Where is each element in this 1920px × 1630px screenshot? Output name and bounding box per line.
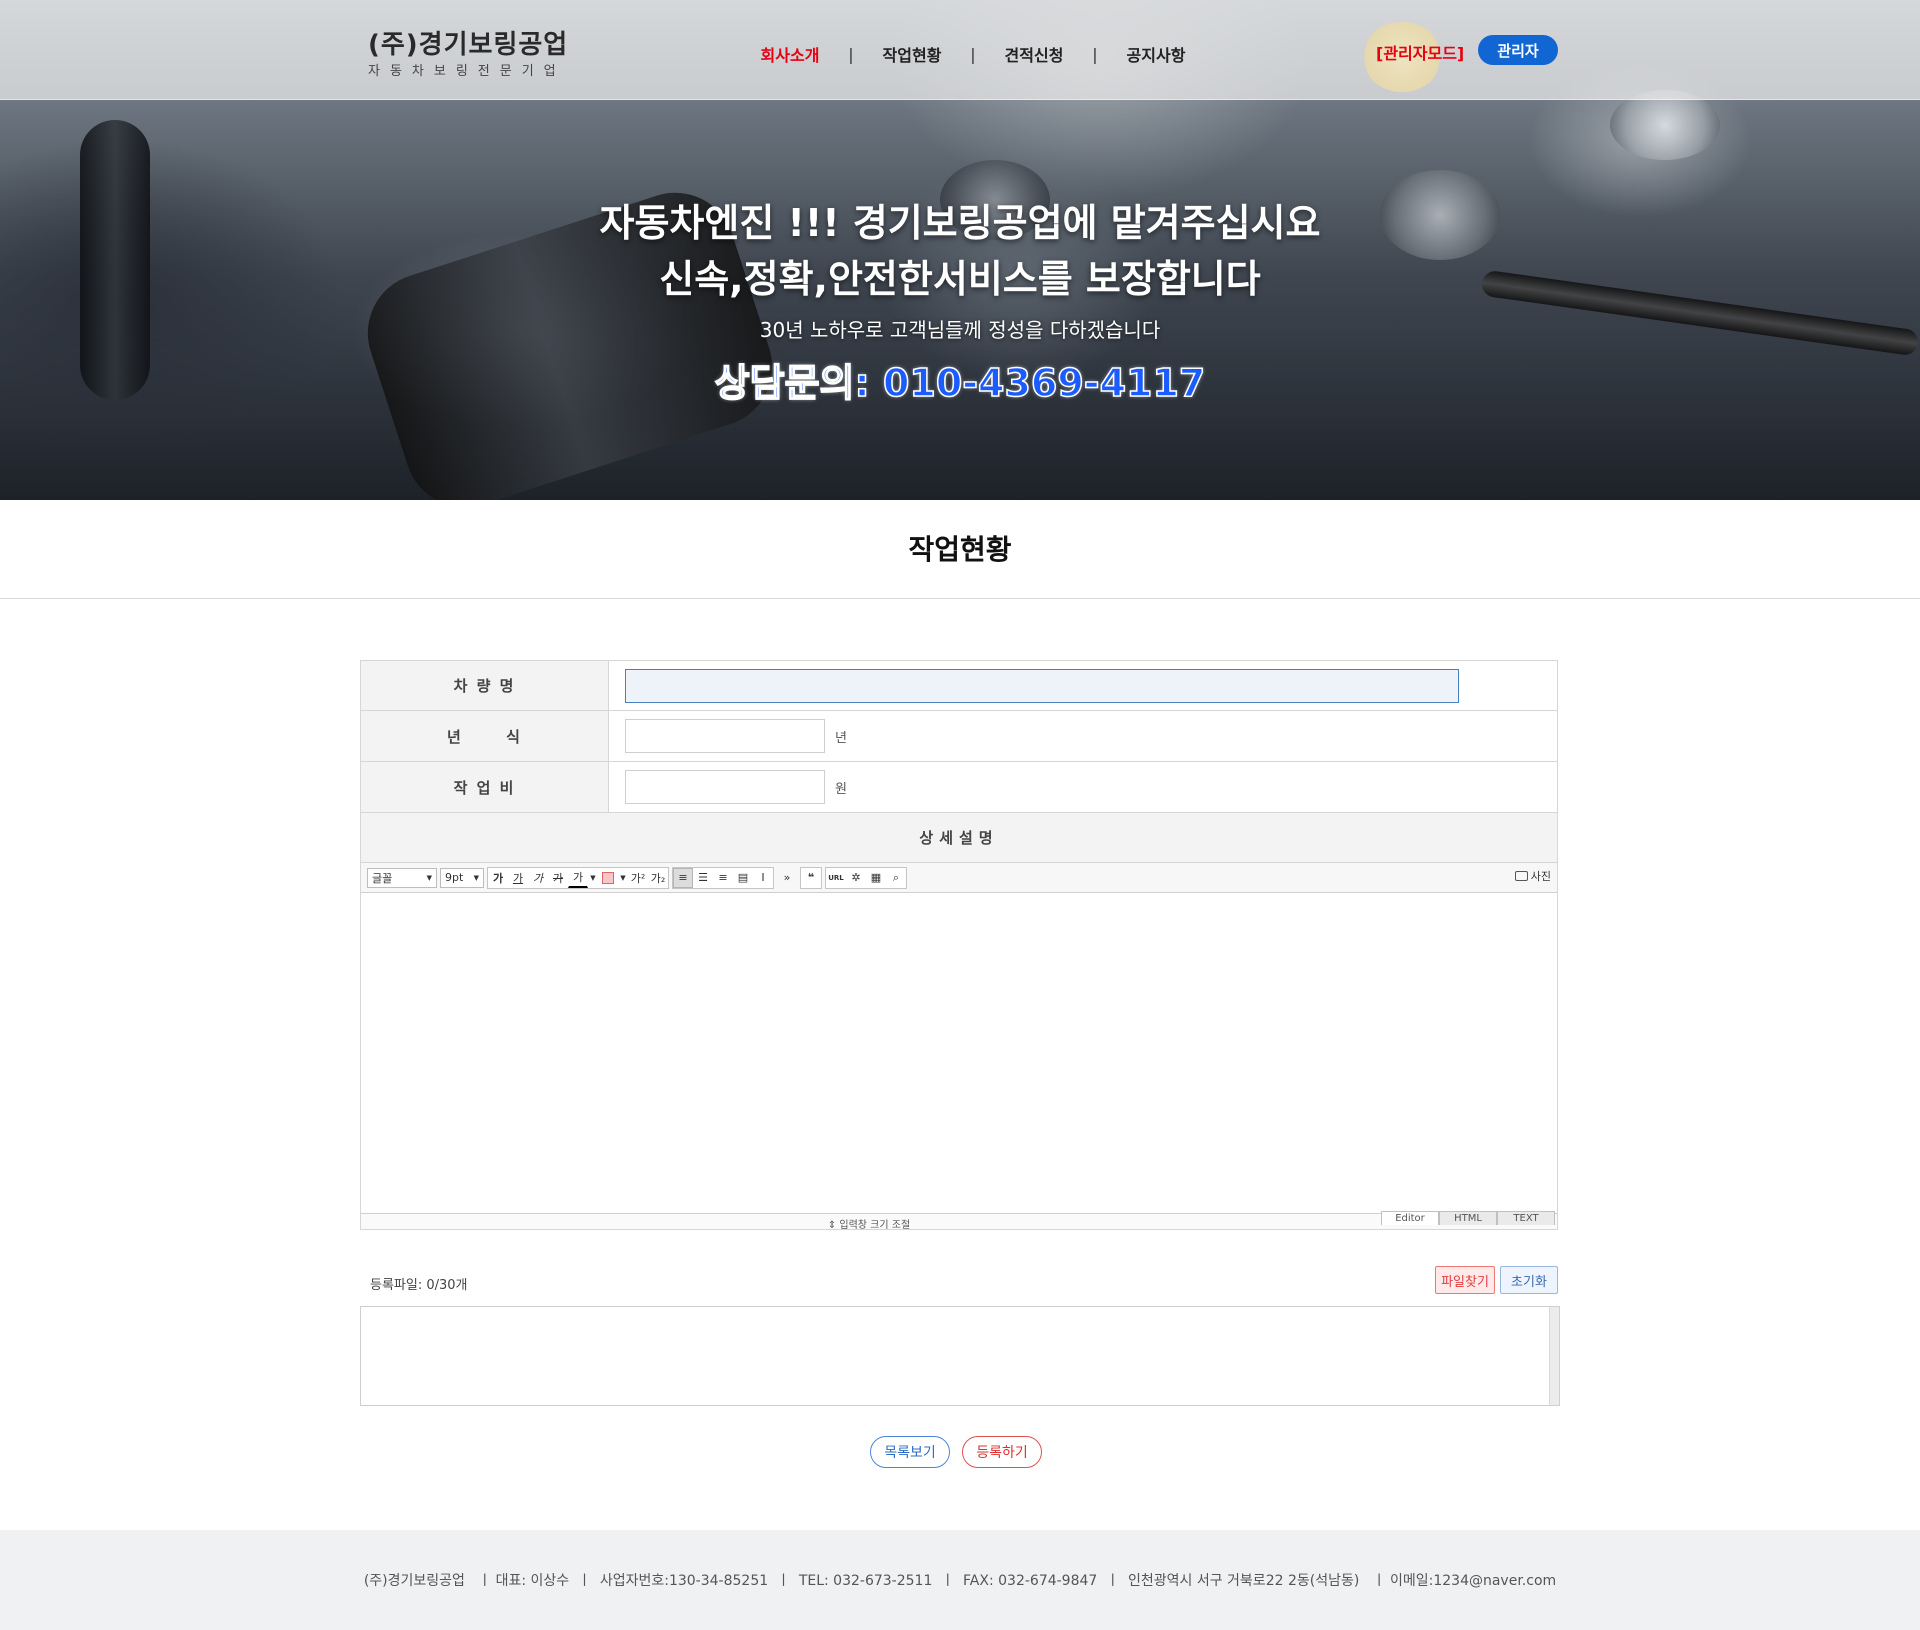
special-char-icon[interactable]: ✲: [846, 868, 866, 888]
footer-company-info: (주)경기보링공업 ㅣ 대표: 이상수 ㅣ 사업자번호:130-34-85251…: [363, 1573, 1557, 1589]
top-navigation-bar: (주)경기보링공업 자동차보링전문기업 회사소개 | 작업현황 | 견적신청 |…: [0, 0, 1920, 100]
file-find-button[interactable]: 파일찾기: [1435, 1266, 1495, 1294]
cost-input[interactable]: [625, 770, 825, 804]
admin-mode-label[interactable]: [관리자모드]: [1376, 40, 1464, 64]
italic-button[interactable]: 가: [528, 868, 548, 888]
company-logo-subtitle: 자동차보링전문기업: [368, 64, 566, 79]
editor-resize-handle[interactable]: ⇕ 입력창 크기 조절: [361, 1216, 1377, 1231]
year-label: 년 식: [361, 711, 609, 761]
hero-headline-2: 신속,정확,안전한서비스를 보장합니다: [659, 257, 1261, 301]
engine-cap-decoration: [1610, 90, 1720, 160]
year-unit: 년: [835, 730, 847, 746]
nav-item-company-intro[interactable]: 회사소개: [740, 42, 840, 66]
cost-label: 작 업 비: [361, 762, 609, 812]
font-family-select[interactable]: 글꼴 ▼: [367, 867, 437, 888]
main-nav: 회사소개 | 작업현황 | 견적신청 | 공지사항: [740, 42, 1206, 66]
file-list-box[interactable]: [360, 1306, 1560, 1406]
underline-button[interactable]: 가: [508, 868, 528, 888]
tab-html[interactable]: HTML: [1439, 1211, 1497, 1225]
strikethrough-button[interactable]: 가: [548, 868, 568, 888]
align-justify-icon[interactable]: ▤: [733, 868, 753, 888]
form-row-car-name: 차 량 명: [361, 661, 1557, 711]
chevron-down-icon[interactable]: ▼: [588, 868, 598, 888]
editor-footer: ⇕ 입력창 크기 조절 Editor HTML TEXT: [361, 1211, 1557, 1231]
font-size-select[interactable]: 9pt ▼: [440, 867, 484, 888]
nav-item-work-status[interactable]: 작업현황: [862, 42, 962, 66]
detail-description-label: 상세설명: [361, 813, 1557, 863]
line-height-icon[interactable]: I: [753, 868, 773, 888]
highlight-icon[interactable]: [598, 868, 618, 888]
superscript-button[interactable]: 가²: [628, 868, 648, 888]
bold-button[interactable]: 가: [488, 868, 508, 888]
hero-banner: (주)경기보링공업 자동차보링전문기업 회사소개 | 작업현황 | 견적신청 |…: [0, 0, 1920, 500]
chevron-down-icon: ▼: [426, 873, 432, 882]
file-count-label: 등록파일: 0/30개: [370, 1278, 468, 1293]
align-center-icon[interactable]: ☰: [693, 868, 713, 888]
site-footer: (주)경기보링공업 ㅣ 대표: 이상수 ㅣ 사업자번호:130-34-85251…: [0, 1530, 1920, 1630]
photo-insert-label: 사진: [1530, 870, 1551, 883]
insert-media-group: URL ✲ ▦ ⌕: [825, 866, 907, 889]
form-row-year: 년 식 년: [361, 711, 1557, 762]
hero-headline-1: 자동차엔진 !!! 경기보링공업에 맡겨주십시요: [599, 201, 1321, 245]
car-name-label: 차 량 명: [361, 661, 609, 710]
file-reset-button[interactable]: 초기화: [1500, 1266, 1558, 1294]
nav-item-quote-request[interactable]: 견적신청: [984, 42, 1084, 66]
tab-text[interactable]: TEXT: [1497, 1211, 1555, 1225]
align-right-icon[interactable]: ≡: [713, 868, 733, 888]
search-icon[interactable]: ⌕: [886, 868, 906, 888]
photo-insert-button[interactable]: 사진: [1514, 868, 1551, 884]
nav-separator: |: [1092, 44, 1098, 64]
nav-separator: |: [848, 44, 854, 64]
car-name-input[interactable]: [625, 668, 1459, 703]
admin-button[interactable]: 관리자: [1478, 35, 1558, 65]
editor-toolbar: 글꼴 ▼ 9pt ▼ 가 가 가 가 가 ▼ ▼ 가² 가₂ ≡ ☰ ≡ ▤ I…: [361, 863, 1557, 893]
editor-content-area[interactable]: [361, 893, 1557, 1213]
hero-phone-contact: 상담문의: 010-4369-4117: [714, 360, 1206, 406]
page-title: 작업현황: [908, 533, 1012, 566]
subscript-button[interactable]: 가₂: [648, 868, 668, 888]
align-left-icon[interactable]: ≡: [673, 867, 693, 888]
cost-unit: 원: [835, 781, 847, 797]
nav-separator: |: [970, 44, 976, 64]
camera-icon: [1514, 871, 1528, 881]
insert-group: ❝: [800, 866, 822, 889]
font-color-button[interactable]: 가: [568, 868, 588, 888]
chevron-down-icon[interactable]: ▼: [618, 868, 628, 888]
url-link-button[interactable]: URL: [826, 868, 846, 888]
file-list-scrollbar[interactable]: [1549, 1307, 1559, 1405]
nav-item-notice[interactable]: 공지사항: [1106, 42, 1206, 66]
title-divider: [0, 598, 1920, 599]
work-status-form: 차 량 명 년 식 년 작 업 비 원 상세설명 글꼴 ▼ 9pt ▼ 가 가: [360, 660, 1558, 1231]
list-view-button[interactable]: 목록보기: [870, 1436, 950, 1468]
editor-mode-tabs: Editor HTML TEXT: [1381, 1211, 1555, 1225]
hero-tagline: 30년 노하우로 고객님들께 정성을 다하겠습니다: [759, 318, 1161, 342]
table-icon[interactable]: ▦: [866, 868, 886, 888]
font-size-value: 9pt: [445, 871, 464, 884]
form-row-cost: 작 업 비 원: [361, 762, 1557, 813]
font-family-value: 글꼴: [372, 871, 393, 885]
submit-button[interactable]: 등록하기: [962, 1436, 1042, 1468]
alignment-group: ≡ ☰ ≡ ▤ I: [672, 866, 774, 889]
quote-icon[interactable]: ❝: [801, 868, 821, 888]
chevron-down-icon: ▼: [473, 873, 479, 882]
company-logo-title[interactable]: (주)경기보링공업: [368, 24, 568, 61]
year-input[interactable]: [625, 719, 825, 753]
text-style-group: 가 가 가 가 가 ▼ ▼ 가² 가₂: [487, 866, 669, 889]
more-options-icon[interactable]: »: [777, 868, 797, 888]
tab-editor[interactable]: Editor: [1381, 1211, 1439, 1225]
